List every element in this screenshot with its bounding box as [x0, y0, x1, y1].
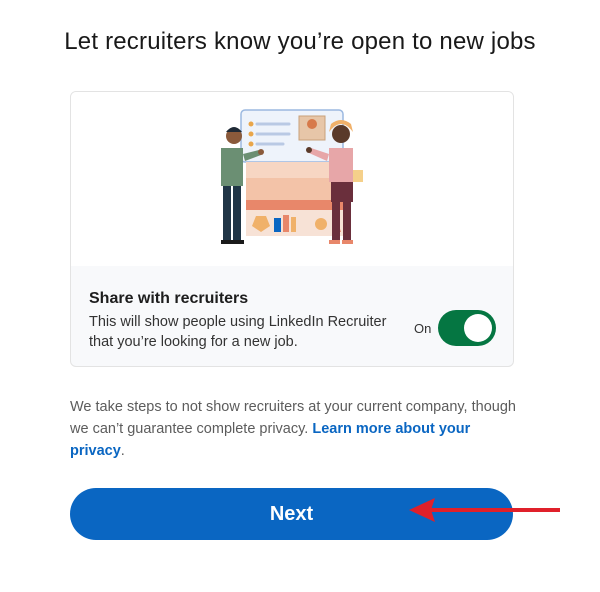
recruiter-illustration: [71, 92, 513, 266]
page-title: Let recruiters know you’re open to new j…: [64, 28, 536, 55]
privacy-suffix: .: [120, 443, 125, 459]
share-description: This will show people using LinkedIn Rec…: [89, 314, 387, 350]
toggle-state-label: On: [414, 321, 432, 336]
privacy-note: We take steps to not show recruiters at …: [70, 396, 520, 462]
share-toggle[interactable]: [438, 310, 496, 346]
share-card: Share with recruiters This will show peo…: [70, 91, 514, 367]
annotation-arrow-icon: [409, 498, 560, 522]
share-heading: Share with recruiters: [89, 290, 249, 307]
toggle-knob: [464, 314, 492, 342]
